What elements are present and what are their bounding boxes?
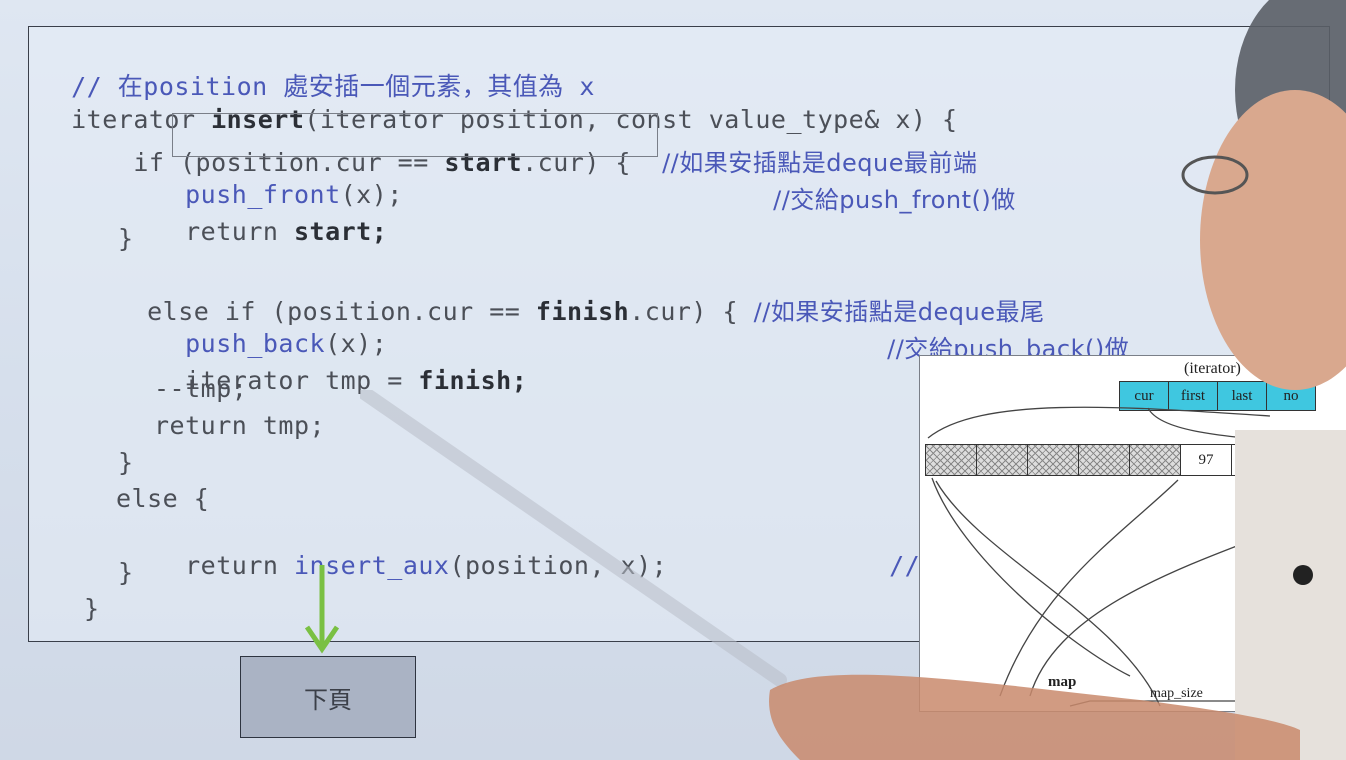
presenter-hand bbox=[769, 674, 1300, 760]
return-start: start; bbox=[293, 217, 388, 246]
code-line-14: return insert_aux(position, x); bbox=[154, 522, 667, 580]
finish-keyword: finish bbox=[535, 297, 630, 326]
closing-brace: } bbox=[118, 558, 134, 587]
code-line-13: else { bbox=[116, 484, 209, 513]
code-line-5: return start; bbox=[154, 188, 387, 246]
else-if-end: .cur) { bbox=[629, 297, 754, 326]
code-line-10: --tmp; bbox=[154, 374, 247, 403]
finish-value: finish; bbox=[418, 366, 528, 395]
code-line-12: } bbox=[118, 448, 134, 477]
closing-brace: } bbox=[84, 594, 100, 623]
closing-brace: } bbox=[118, 224, 134, 253]
else-keyword: else { bbox=[116, 484, 210, 513]
decrement-tmp: --tmp; bbox=[154, 374, 248, 403]
code-line-6: } bbox=[118, 224, 134, 253]
next-page-label: 下頁 bbox=[304, 685, 352, 714]
closing-brace: } bbox=[118, 448, 134, 477]
insert-aux-args: (position, x); bbox=[449, 551, 668, 580]
code-line-16: } bbox=[84, 594, 100, 623]
return-tmp: return tmp; bbox=[154, 411, 326, 440]
next-page-button[interactable]: 下頁 bbox=[240, 656, 416, 738]
code-line-4-comment: //交給push_front()做 bbox=[742, 151, 1016, 215]
down-arrow-icon bbox=[304, 565, 340, 654]
comment-push-front: //交給push_front()做 bbox=[773, 186, 1016, 214]
code-line-15: } bbox=[118, 558, 134, 587]
return-keyword: return bbox=[185, 217, 294, 246]
return-keyword: return bbox=[185, 551, 294, 580]
code-line-11: return tmp; bbox=[154, 411, 325, 440]
